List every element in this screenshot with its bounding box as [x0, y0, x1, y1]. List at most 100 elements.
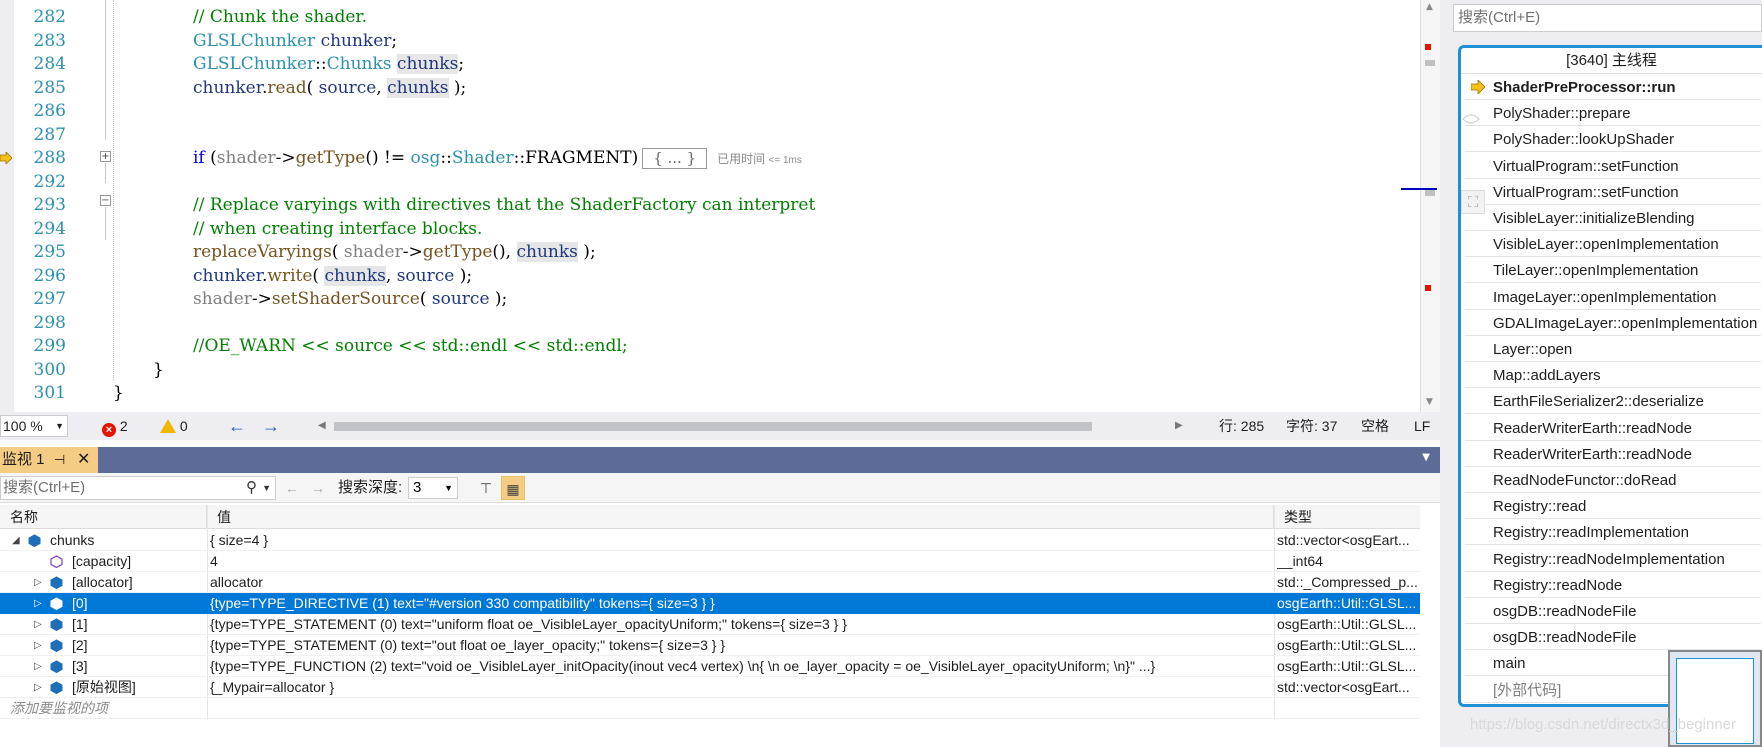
search-next-icon[interactable]: →	[306, 476, 330, 500]
call-stack-search-input[interactable]: 搜索(Ctrl+E)	[1453, 4, 1762, 32]
column-header-value[interactable]: 值	[207, 505, 1274, 529]
code-line[interactable]: 284 GLSLChunker::Chunks chunks;	[0, 53, 1420, 77]
search-depth-dropdown[interactable]: 3 ▼	[408, 477, 458, 499]
watch-cell-name[interactable]: ▷ [0]	[0, 593, 207, 614]
code-line[interactable]: 292	[0, 171, 1420, 195]
stack-frame[interactable]: ImageLayer::openImplementation	[1465, 285, 1761, 310]
stack-frame[interactable]: ShaderPreProcessor::run	[1465, 75, 1761, 100]
watch-row[interactable]: ▷ [0] {type=TYPE_DIRECTIVE (1) text="#vers…	[0, 593, 1420, 614]
expand-chevron-icon[interactable]: ▷	[34, 593, 42, 614]
window-menu-chevron-icon[interactable]: ▼	[1422, 452, 1430, 463]
watch-cell-name[interactable]: ▷ [3]	[0, 656, 207, 677]
watch-cell-name[interactable]: ◢ chunks	[0, 530, 207, 551]
stack-frame[interactable]: osgDB::readNodeFile	[1465, 625, 1761, 651]
horizontal-scroll-thumb[interactable]	[334, 422, 1092, 431]
watch-cell-name[interactable]: ▷ [原始视图]	[0, 677, 207, 698]
code-line[interactable]: 294 // when creating interface blocks.	[0, 218, 1420, 242]
scroll-up-icon[interactable]: ▲	[1426, 2, 1433, 12]
watch-cell-value[interactable]: {_Mypair=allocator }	[210, 677, 1270, 698]
stack-frame[interactable]: TileLayer::openImplementation	[1465, 258, 1761, 284]
column-header-name[interactable]: 名称	[0, 505, 207, 529]
code-text[interactable]: GLSLChunker chunker;	[193, 30, 397, 54]
stack-frame[interactable]: ReaderWriterEarth::readNode	[1465, 416, 1761, 441]
stack-frame[interactable]: Registry::readNode	[1465, 573, 1761, 598]
code-line[interactable]: 297 shader->setShaderSource( source );	[0, 288, 1420, 312]
watch-cell-name[interactable]: [capacity]	[0, 551, 207, 572]
close-icon[interactable]: ✕	[77, 447, 90, 473]
filter-icon[interactable]: ⊤	[474, 476, 498, 500]
stack-frame[interactable]: osgDB::readNodeFile	[1465, 599, 1761, 624]
watch-row[interactable]: ▷ [3] {type=TYPE_FUNCTION (2) text="void o…	[0, 656, 1420, 677]
search-previous-icon[interactable]: ←	[280, 476, 304, 500]
error-count[interactable]: × 2	[102, 412, 128, 440]
editor-vertical-scrollbar[interactable]: ▲ ▼	[1401, 0, 1440, 412]
watch-cell-value[interactable]: 4	[210, 551, 1270, 572]
code-text[interactable]: //OE_WARN << source << std::endl << std:…	[193, 335, 628, 359]
add-watch-row[interactable]: 添加要监视的项	[0, 698, 1420, 719]
nav-back-icon[interactable]: ←	[228, 412, 246, 440]
code-text[interactable]: }	[113, 382, 124, 406]
code-text[interactable]: replaceVaryings( shader->getType(), chun…	[193, 241, 596, 265]
stack-frame[interactable]: PolyShader::lookUpShader	[1465, 127, 1761, 153]
code-text[interactable]: if (shader->getType() != osg::Shader::FR…	[193, 147, 802, 173]
stack-frame[interactable]: VisibleLayer::initializeBlending	[1465, 206, 1761, 231]
watch-row[interactable]: ▷ [allocator] allocator std::_Compressed_p.…	[0, 572, 1420, 593]
chevron-down-icon[interactable]: ▼	[262, 477, 271, 499]
watch-grid[interactable]: 名称 值 类型 ◢ chunks{ size=4 } std::vector<osg…	[0, 505, 1420, 720]
stack-frame[interactable]: VirtualProgram::setFunction	[1465, 154, 1761, 179]
code-text[interactable]: // Chunk the shader.	[193, 6, 367, 30]
expand-chevron-icon[interactable]: ▷	[34, 614, 42, 635]
watch-cell-value[interactable]: {type=TYPE_STATEMENT (0) text="uniform f…	[210, 614, 1270, 635]
code-line[interactable]: 285 chunker.read( source, chunks );	[0, 77, 1420, 101]
code-text[interactable]: chunker.read( source, chunks );	[193, 77, 466, 101]
stack-frame[interactable]: Map::addLayers	[1465, 363, 1761, 389]
tab-watch-1[interactable]: 监视 1 ⊣ ✕	[0, 447, 98, 473]
stack-frame[interactable]: Registry::readNodeImplementation	[1465, 547, 1761, 572]
parallel-stacks-node[interactable]: [3640] 主线程 ShaderPreProcessor::run PolySh…	[1458, 45, 1762, 707]
code-line[interactable]: 300}	[0, 359, 1420, 383]
code-line[interactable]: 301}	[0, 382, 1420, 406]
stack-frame[interactable]: ReaderWriterEarth::readNode	[1465, 442, 1761, 467]
stack-frame[interactable]: Registry::read	[1465, 494, 1761, 520]
watch-row[interactable]: ▷ [2] {type=TYPE_STATEMENT (0) text="out f…	[0, 635, 1420, 656]
stack-frame[interactable]: Layer::open	[1465, 337, 1761, 362]
code-line[interactable]: 282 // Chunk the shader.	[0, 6, 1420, 30]
code-line[interactable]: 299 //OE_WARN << source << std::endl << s…	[0, 335, 1420, 359]
expand-chevron-icon[interactable]: ▷	[34, 635, 42, 656]
code-line[interactable]: 295 replaceVaryings( shader->getType(), c…	[0, 241, 1420, 265]
code-line[interactable]: 293 // Replace varyings with directives t…	[0, 194, 1420, 218]
stack-frame[interactable]: EarthFileSerializer2::deserialize	[1465, 389, 1761, 415]
code-line[interactable]: 283 GLSLChunker chunker;	[0, 30, 1420, 54]
pin-icon[interactable]: ⊣	[54, 447, 65, 473]
watch-cell-value[interactable]: { size=4 }	[210, 530, 1270, 551]
code-text[interactable]: GLSLChunker::Chunks chunks;	[193, 53, 464, 77]
watch-cell-value[interactable]: {type=TYPE_DIRECTIVE (1) text="#version …	[210, 593, 1270, 614]
code-line[interactable]: 298	[0, 312, 1420, 336]
scroll-left-icon[interactable]: ◀	[318, 412, 326, 440]
code-line[interactable]: 286	[0, 100, 1420, 124]
zoom-dropdown[interactable]: 100 % ▼	[0, 415, 68, 437]
whitespace-indicator[interactable]: 空格	[1361, 412, 1389, 440]
watch-cell-name[interactable]: ▷ [2]	[0, 635, 207, 656]
stack-frame[interactable]: VirtualProgram::setFunction	[1465, 180, 1761, 205]
expand-chevron-icon[interactable]: ▷	[34, 572, 42, 593]
stack-frame[interactable]: Registry::readImplementation	[1465, 520, 1761, 546]
warning-count[interactable]: 0	[160, 412, 188, 440]
watch-cell-name[interactable]: ▷ [1]	[0, 614, 207, 635]
code-line[interactable]: 296 chunker.write( chunks, source );	[0, 265, 1420, 289]
watch-row[interactable]: [capacity] 4 __int64	[0, 551, 1420, 572]
watch-cell-value[interactable]: allocator	[210, 572, 1270, 593]
zoom-to-fit-icon[interactable]: ⛶	[1461, 190, 1485, 214]
line-ending-indicator[interactable]: LF	[1414, 412, 1430, 440]
watch-row[interactable]: ◢ chunks { size=4 } std::vector<osgEart...	[0, 530, 1420, 551]
code-text[interactable]: }	[153, 359, 164, 383]
watch-cell-name[interactable]: ▷ [allocator]	[0, 572, 207, 593]
code-text[interactable]: // when creating interface blocks.	[193, 218, 482, 242]
stack-frame[interactable]: VisibleLayer::openImplementation	[1465, 232, 1761, 258]
nav-forward-icon[interactable]: →	[262, 412, 280, 440]
column-header-type[interactable]: 类型	[1274, 505, 1420, 529]
expand-chevron-icon[interactable]: ▷	[34, 656, 42, 677]
watch-cell-value[interactable]: {type=TYPE_FUNCTION (2) text="void oe_Vi…	[210, 656, 1270, 677]
code-line[interactable]: 287	[0, 124, 1420, 148]
watch-row[interactable]: ▷ [原始视图] {_Mypair=allocator } std::vector<o…	[0, 677, 1420, 698]
